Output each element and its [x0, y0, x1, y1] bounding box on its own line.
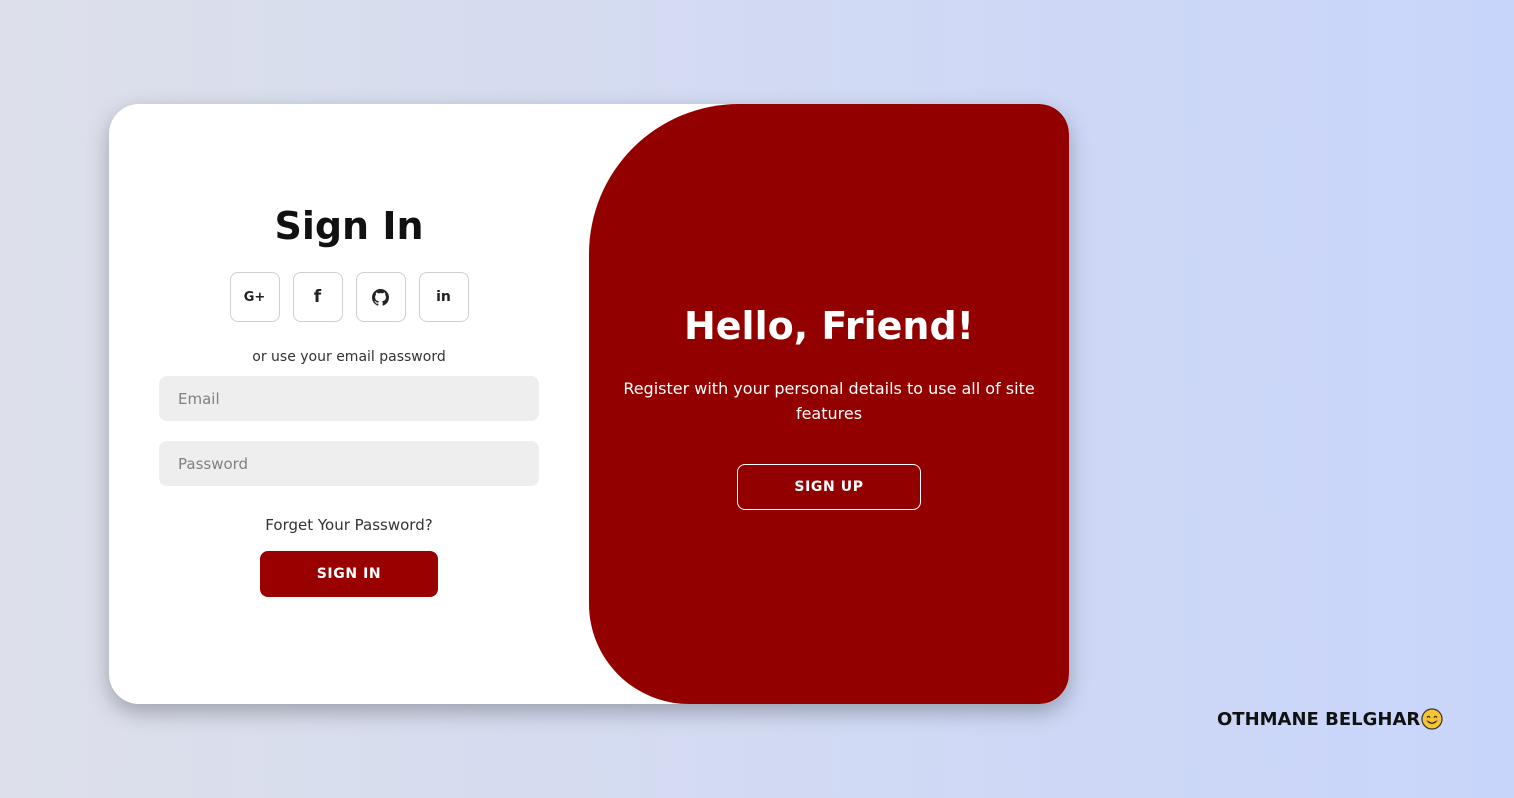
author-name: OTHMANE BELGHAR	[1217, 708, 1421, 730]
toggle-panel: Hello, Friend! Register with your person…	[589, 104, 1069, 704]
google-plus-button[interactable]: G+	[229, 272, 280, 322]
signin-button[interactable]: SIGN IN	[260, 551, 438, 597]
password-field[interactable]	[159, 441, 539, 486]
facebook-button[interactable]: f	[292, 272, 343, 322]
facebook-icon: f	[313, 287, 322, 307]
github-button[interactable]	[355, 272, 406, 322]
auth-card: Sign In G+ f in or use your email passwo…	[109, 104, 1069, 704]
forgot-password-link[interactable]: Forget Your Password?	[265, 515, 432, 535]
author-credit: OTHMANE BELGHAR	[1217, 708, 1443, 730]
toggle-title: Hello, Friend!	[683, 304, 975, 348]
signin-panel: Sign In G+ f in or use your email passwo…	[109, 104, 589, 704]
linkedin-icon: in	[436, 289, 451, 305]
signin-title: Sign In	[274, 204, 424, 248]
google-plus-icon: G+	[243, 289, 266, 305]
linkedin-button[interactable]: in	[418, 272, 469, 322]
toggle-description: Register with your personal details to u…	[623, 379, 1035, 423]
signup-button[interactable]: SIGN UP	[737, 464, 921, 510]
email-field[interactable]	[159, 376, 539, 421]
smiling-face-icon	[1421, 708, 1443, 730]
alt-signin-text: or use your email password	[252, 349, 446, 365]
github-icon	[372, 288, 389, 306]
social-login-row: G+ f in	[229, 272, 469, 322]
